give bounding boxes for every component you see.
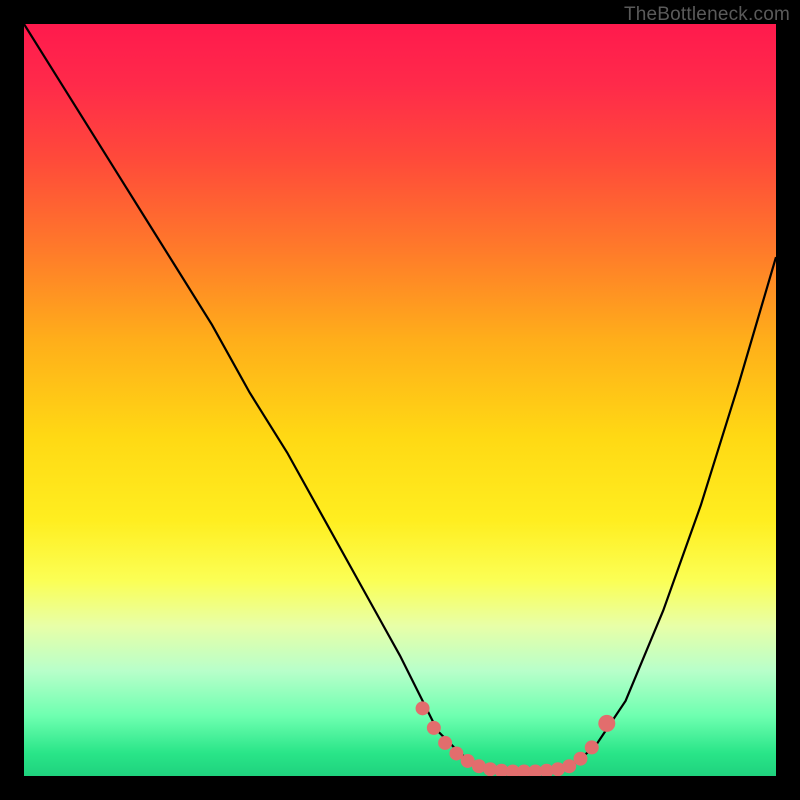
watermark-text: TheBottleneck.com — [624, 4, 790, 26]
plot-area — [24, 24, 776, 776]
curve-marker — [427, 721, 441, 735]
chart-frame: TheBottleneck.com — [0, 0, 800, 800]
curve-marker — [598, 715, 615, 732]
bottleneck-curve — [24, 24, 776, 771]
curve-marker — [585, 740, 599, 754]
chart-svg — [24, 24, 776, 776]
curve-marker — [573, 752, 587, 766]
curve-marker — [438, 736, 452, 750]
curve-marker — [416, 701, 430, 715]
